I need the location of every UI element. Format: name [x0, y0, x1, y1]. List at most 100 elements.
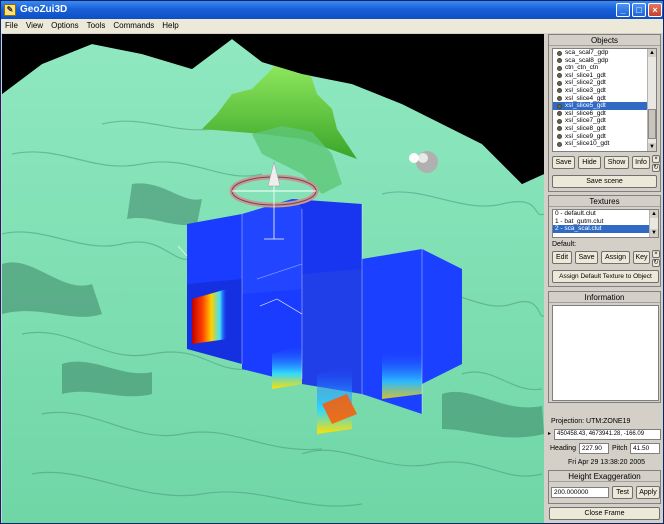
object-node-icon — [557, 65, 562, 71]
objects-list-item[interactable]: xsl_slice7_gdt — [553, 117, 656, 125]
menu-view[interactable]: View — [22, 19, 47, 33]
object-node-icon — [557, 111, 562, 117]
object-node-icon — [557, 73, 562, 79]
textures-panel: Textures 0 - default.clut 1 - bat_gutm.cl… — [548, 195, 661, 287]
textures-scrollbar[interactable]: ▲ ▼ — [649, 210, 658, 237]
objects-header: Objects — [549, 35, 660, 46]
information-textbox[interactable] — [552, 305, 659, 401]
menu-options[interactable]: Options — [47, 19, 83, 33]
assign-button[interactable]: Assign — [601, 251, 630, 264]
key-button[interactable]: Key — [633, 251, 650, 264]
scroll-down-icon[interactable]: ▼ — [648, 143, 656, 151]
objects-item-label: xsl_slice7_gdt — [565, 117, 606, 125]
objects-item-label: ctn_ctn_ctn — [565, 64, 599, 72]
coordinates-field[interactable]: 450458.43, 4673941.28, -166.09 — [554, 429, 661, 440]
heading-label: Heading — [550, 445, 577, 452]
objects-item-label: xsl_slice4_gdt — [565, 94, 606, 102]
objects-list-item[interactable]: xsl_slice10_gdt — [553, 140, 656, 148]
information-panel: Information — [548, 291, 661, 403]
pitch-label: Pitch — [612, 445, 628, 452]
close-small-icon[interactable]: × — [652, 155, 660, 163]
objects-item-label: xsl_slice10_gdt — [565, 140, 610, 148]
exaggeration-field[interactable]: 200.000000 — [551, 487, 609, 498]
info-button[interactable]: Info — [632, 156, 650, 169]
minimize-button[interactable]: _ — [616, 3, 630, 17]
objects-list-item[interactable]: xsl_slice9_gdt — [553, 133, 656, 141]
projection-label: Projection: UTM:ZONE19 — [551, 418, 631, 425]
edit-button[interactable]: Edit — [552, 251, 572, 264]
pitch-field[interactable]: 41.50 — [630, 443, 660, 454]
object-node-icon — [557, 88, 562, 94]
object-node-icon — [557, 96, 562, 102]
menu-file[interactable]: File — [1, 19, 22, 33]
maximize-button[interactable]: □ — [632, 3, 646, 17]
objects-list-item[interactable]: xsl_slice1_gdt — [553, 72, 656, 80]
menu-tools[interactable]: Tools — [83, 19, 110, 33]
textures-list-item[interactable]: 1 - bat_gutm.clut — [553, 218, 658, 226]
menu-help[interactable]: Help — [158, 19, 182, 33]
objects-list-item[interactable]: xsl_slice5_gdt — [553, 102, 656, 110]
objects-item-label: xsl_slice9_gdt — [565, 132, 606, 140]
objects-item-label: sca_scal7_gdp — [565, 49, 609, 56]
coords-marker-icon: ▸ — [548, 431, 552, 437]
texture-refresh-small-icon[interactable]: ↻ — [652, 259, 660, 267]
objects-list[interactable]: sca_scal7_gdp sca_scal8_gdp ctn_ctn_ctn xsl… — [552, 48, 657, 152]
tex-scroll-up-icon[interactable]: ▲ — [650, 210, 658, 218]
height-exaggeration-header: Height Exaggeration — [549, 471, 660, 482]
textures-item-label: 0 - default.clut — [555, 210, 596, 217]
objects-list-item[interactable]: xsl_slice3_gdt — [553, 87, 656, 95]
object-node-icon — [557, 134, 562, 140]
title-bar[interactable]: ✎ GeoZui3D _ □ × — [1, 1, 663, 19]
objects-list-item[interactable]: xsl_slice8_gdt — [553, 125, 656, 133]
timestamp: Fri Apr 29 13:38:20 2005 — [568, 459, 646, 466]
textures-list-item[interactable]: 0 - default.clut — [553, 210, 658, 218]
3d-viewport[interactable] — [2, 34, 544, 523]
default-label: Default: — [552, 241, 577, 248]
objects-list-item[interactable]: xsl_slice4_gdt — [553, 95, 656, 103]
object-node-icon — [557, 103, 562, 109]
objects-item-label: sca_scal8_gdp — [565, 56, 609, 64]
apply-button[interactable]: Apply — [636, 486, 660, 499]
textures-list-item[interactable]: 2 - sca_scal.clut — [553, 225, 658, 233]
close-frame-button[interactable]: Close Frame — [549, 507, 660, 520]
tex-scroll-down-icon[interactable]: ▼ — [650, 229, 658, 237]
object-node-icon — [557, 126, 562, 132]
pencil-icon: ✎ — [4, 4, 16, 16]
objects-list-item[interactable]: xsl_slice6_gdt — [553, 110, 656, 118]
textures-item-label: 2 - sca_scal.clut — [555, 225, 602, 233]
object-node-icon — [557, 50, 562, 56]
objects-list-item[interactable]: ctn_ctn_ctn — [553, 64, 656, 72]
test-button[interactable]: Test — [612, 486, 633, 499]
menu-bar: File View Options Tools Commands Help — [1, 19, 663, 33]
objects-panel: Objects sca_scal7_gdp sca_scal8_gdp ctn_ct… — [548, 34, 661, 192]
window-title: GeoZui3D — [20, 4, 68, 15]
object-node-icon — [557, 141, 562, 147]
objects-scrollbar[interactable]: ▲ ▼ — [647, 49, 656, 151]
information-header: Information — [549, 292, 660, 303]
objects-item-label: xsl_slice6_gdt — [565, 109, 606, 117]
heading-field[interactable]: 227.90 — [579, 443, 609, 454]
scroll-up-icon[interactable]: ▲ — [648, 49, 656, 57]
assign-default-texture-button[interactable]: Assign Default Texture to Object — [552, 270, 659, 283]
objects-item-label: xsl_slice2_gdt — [565, 79, 606, 87]
objects-item-label: xsl_slice1_gdt — [565, 71, 606, 79]
scene-render — [2, 34, 544, 523]
close-button[interactable]: × — [648, 3, 662, 17]
textures-list[interactable]: 0 - default.clut 1 - bat_gutm.clut 2 - sca… — [552, 209, 659, 238]
object-save-button[interactable]: Save — [552, 156, 575, 169]
height-exaggeration-panel: Height Exaggeration 200.000000 Test Appl… — [548, 470, 661, 504]
scroll-thumb[interactable] — [648, 109, 656, 139]
menu-commands[interactable]: Commands — [109, 19, 158, 33]
objects-list-item[interactable]: sca_scal7_gdp — [553, 49, 656, 57]
texture-close-small-icon[interactable]: × — [652, 250, 660, 258]
refresh-small-icon[interactable]: ↻ — [652, 164, 660, 172]
object-node-icon — [557, 58, 562, 64]
objects-item-label: xsl_slice8_gdt — [565, 124, 606, 132]
show-button[interactable]: Show — [604, 156, 629, 169]
objects-list-item[interactable]: xsl_slice2_gdt — [553, 79, 656, 87]
texture-save-button[interactable]: Save — [575, 251, 598, 264]
save-scene-button[interactable]: Save scene — [552, 175, 657, 188]
hide-button[interactable]: Hide — [578, 156, 601, 169]
objects-list-item[interactable]: sca_scal8_gdp — [553, 57, 656, 65]
textures-item-label: 1 - bat_gutm.clut — [555, 217, 604, 225]
